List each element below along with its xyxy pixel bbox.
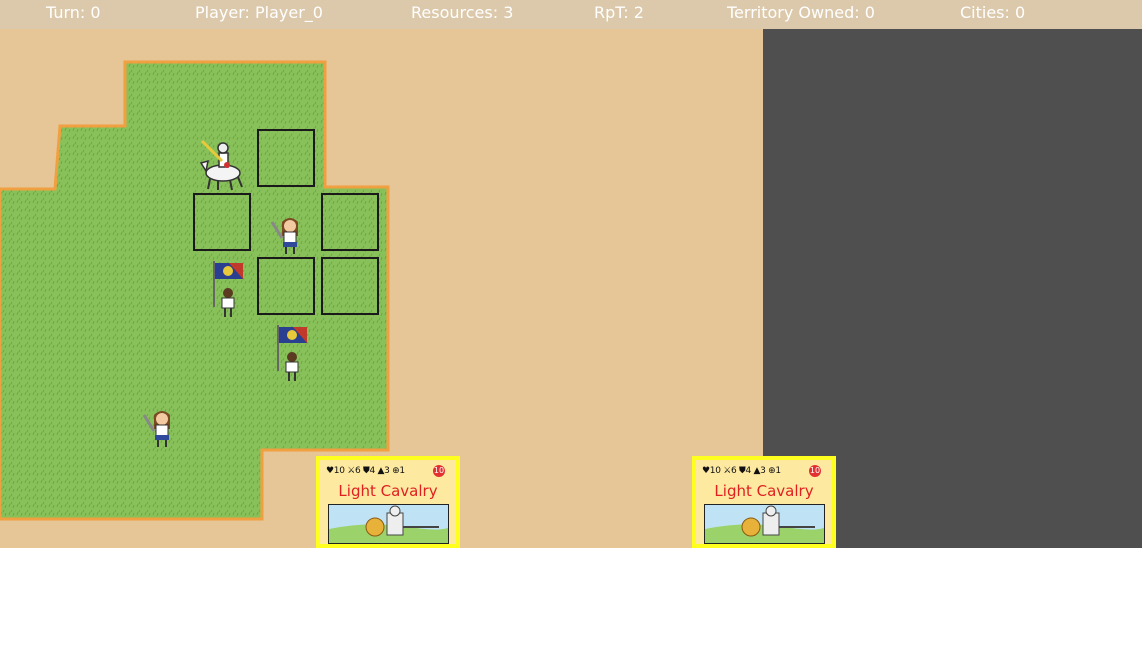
unit-card-light-cavalry[interactable]: ♥10 ⚔6 ⛊4 ▲3 ⊕1 10 Light Cavalry <box>316 456 460 548</box>
card-stats-row: ♥10 ⚔6 ⛊4 ▲3 ⊕1 <box>326 466 405 476</box>
card-art <box>328 504 449 544</box>
card-cost-badge: 10 <box>433 465 445 477</box>
flag-bearer-unit[interactable] <box>208 257 248 319</box>
resources-per-turn: RpT: 2 <box>594 3 644 22</box>
card-cost-badge: 10 <box>809 465 821 477</box>
turn-counter: Turn: 0 <box>46 3 101 22</box>
cities-counter: Cities: 0 <box>960 3 1026 22</box>
card-title: Light Cavalry <box>338 482 438 500</box>
attack-icon: ⚔ <box>723 466 731 476</box>
empty-footer-area <box>0 548 1142 646</box>
card-stats-row: ♥10 ⚔6 ⛊4 ▲3 ⊕1 <box>702 466 781 476</box>
resources-counter: Resources: 3 <box>411 3 514 22</box>
unit-card-light-cavalry[interactable]: ♥10 ⚔6 ⛊4 ▲3 ⊕1 10 Light Cavalry <box>692 456 836 548</box>
attack-icon: ⚔ <box>347 466 355 476</box>
card-art <box>704 504 825 544</box>
game-board[interactable] <box>0 29 1142 548</box>
swordswoman-unit[interactable] <box>268 214 308 256</box>
move-target-cell[interactable] <box>321 257 379 315</box>
health-icon: ♥ <box>702 466 710 476</box>
flag-bearer-unit[interactable] <box>272 321 312 383</box>
move-target-cell[interactable] <box>193 193 251 251</box>
move-target-cell[interactable] <box>257 257 315 315</box>
player-name: Player: Player_0 <box>195 3 323 22</box>
move-target-cell[interactable] <box>257 129 315 187</box>
move-target-cell[interactable] <box>321 193 379 251</box>
territory-owned: Territory Owned: 0 <box>727 3 875 22</box>
card-title: Light Cavalry <box>714 482 814 500</box>
status-bar: Turn: 0 Player: Player_0 Resources: 3 Rp… <box>0 0 1142 30</box>
light-cavalry-unit[interactable] <box>196 137 250 191</box>
swordswoman-unit[interactable] <box>140 407 180 449</box>
health-icon: ♥ <box>326 466 334 476</box>
